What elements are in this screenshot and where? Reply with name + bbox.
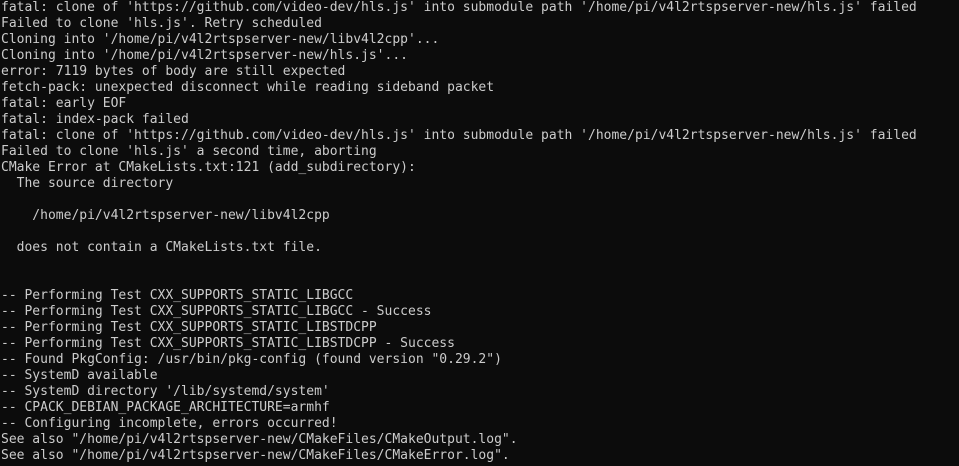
terminal-line: -- CPACK_DEBIAN_PACKAGE_ARCHITECTURE=arm… — [1, 400, 330, 415]
terminal-line: -- Performing Test CXX_SUPPORTS_STATIC_L… — [1, 320, 377, 335]
terminal-line: -- Performing Test CXX_SUPPORTS_STATIC_L… — [1, 288, 354, 303]
terminal-line: fatal: index-pack failed — [1, 112, 189, 127]
terminal-line: -- Performing Test CXX_SUPPORTS_STATIC_L… — [1, 336, 455, 351]
terminal-line: Failed to clone 'hls.js'. Retry schedule… — [1, 16, 322, 31]
terminal-line: does not contain a CMakeLists.txt file. — [1, 240, 322, 255]
terminal-line: -- SystemD available — [1, 368, 158, 383]
terminal-line: fatal: clone of 'https://github.com/vide… — [1, 128, 917, 143]
terminal-line: See also "/home/pi/v4l2rtspserver-new/CM… — [1, 432, 518, 447]
terminal-line: -- Performing Test CXX_SUPPORTS_STATIC_L… — [1, 304, 432, 319]
terminal-line: The source directory — [1, 176, 174, 191]
terminal-line: Cloning into '/home/pi/v4l2rtspserver-ne… — [1, 48, 408, 63]
terminal-line: fatal: early EOF — [1, 96, 127, 111]
terminal-output: fatal: clone of 'https://github.com/vide… — [1, 0, 959, 464]
terminal-line: fetch-pack: unexpected disconnect while … — [1, 80, 495, 95]
terminal-line: Failed to clone 'hls.js' a second time, … — [1, 144, 377, 159]
terminal-line: -- Configuring incomplete, errors occurr… — [1, 416, 338, 431]
terminal-line: -- SystemD directory '/lib/systemd/syste… — [1, 384, 330, 399]
terminal-line: fatal: clone of 'https://github.com/vide… — [1, 0, 917, 15]
terminal-line: CMake Error at CMakeLists.txt:121 (add_s… — [1, 160, 416, 175]
terminal-line: Cloning into '/home/pi/v4l2rtspserver-ne… — [1, 32, 440, 47]
terminal-window[interactable]: fatal: clone of 'https://github.com/vide… — [0, 0, 959, 466]
terminal-line: -- Found PkgConfig: /usr/bin/pkg-config … — [1, 352, 502, 367]
terminal-line: /home/pi/v4l2rtspserver-new/libv4l2cpp — [1, 208, 330, 223]
terminal-line: error: 7119 bytes of body are still expe… — [1, 64, 346, 79]
terminal-line: See also "/home/pi/v4l2rtspserver-new/CM… — [1, 448, 510, 463]
